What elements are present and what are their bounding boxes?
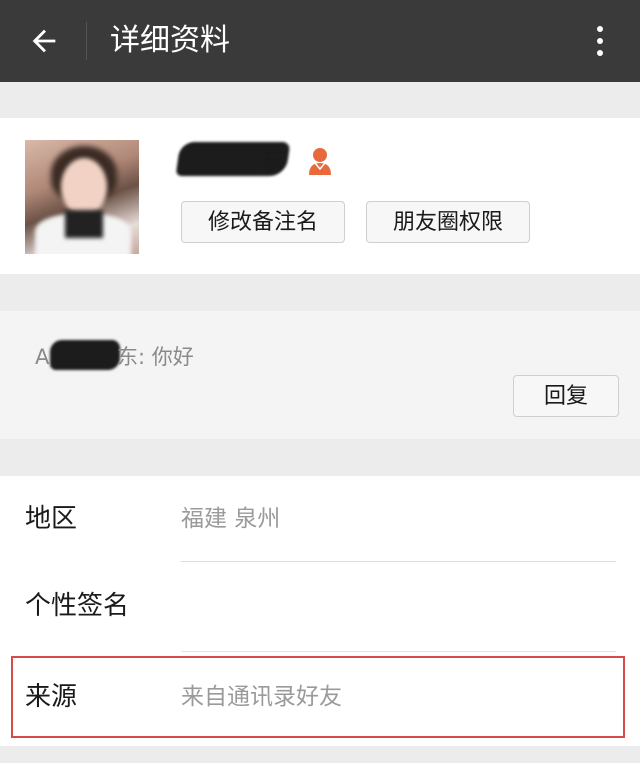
message-text: 东: 你好 <box>117 345 194 369</box>
page-title: 详细资料 <box>110 23 230 58</box>
more-options-button[interactable] <box>578 18 622 64</box>
avatar[interactable] <box>25 140 139 254</box>
edit-remark-button[interactable]: 修改备注名 <box>181 201 345 243</box>
divider <box>181 561 616 562</box>
more-vertical-icon-dot <box>597 38 603 44</box>
more-vertical-icon-dot <box>597 50 603 56</box>
profile-card <box>0 118 640 274</box>
region-label: 地区 <box>25 504 78 534</box>
source-label: 来源 <box>25 682 78 712</box>
list-item-signature: 个性签名 <box>0 563 640 649</box>
message-sender-prefix: A <box>35 345 50 369</box>
source-value: 来自通讯录好友 <box>181 684 342 710</box>
arrow-left-icon <box>32 29 56 53</box>
list-item-region: 地区 福建 泉州 <box>0 476 640 562</box>
female-user-icon <box>309 148 331 175</box>
more-vertical-icon <box>597 26 603 32</box>
moments-permission-button[interactable]: 朋友圈权限 <box>366 201 530 243</box>
appbar-divider <box>86 22 87 60</box>
signature-label: 个性签名 <box>25 591 130 621</box>
contact-name-suffix: 东 <box>262 149 285 174</box>
redacted-sender <box>50 340 120 370</box>
reply-button[interactable]: 回复 <box>513 375 619 417</box>
avatar-face <box>61 158 107 216</box>
avatar-scarf <box>65 210 103 238</box>
back-button[interactable] <box>20 18 68 64</box>
bottom-strip <box>0 746 640 763</box>
divider <box>181 651 616 652</box>
region-value: 福建 泉州 <box>181 506 281 532</box>
list-item-source: 来源 来自通讯录好友 <box>0 654 640 740</box>
app-bar: 详细资料 <box>0 0 640 82</box>
